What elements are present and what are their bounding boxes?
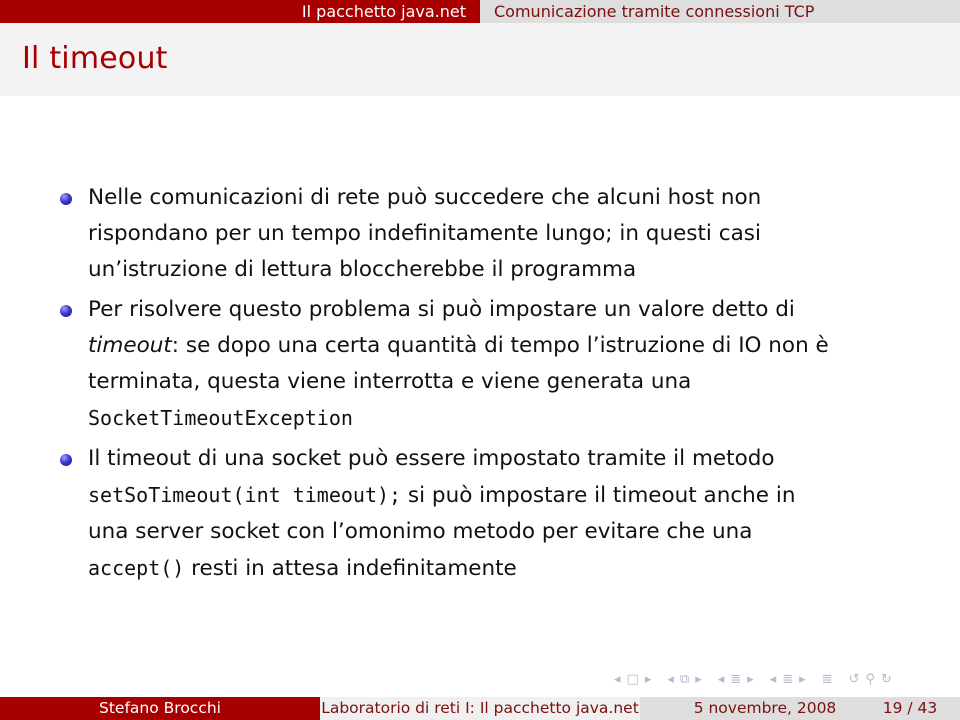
item-text: Nelle comunicazioni di rete può succeder…	[88, 185, 762, 210]
footer-author: Stefano Brocchi	[0, 697, 320, 720]
nav-prev-subsection-icon[interactable]: ◂	[718, 672, 725, 687]
footer-date: 5 novembre, 2008	[693, 699, 837, 717]
nav-next-subsection-icon[interactable]: ▸	[747, 672, 754, 687]
bullet-icon	[60, 193, 72, 205]
item-text: una server socket con l’omonimo metodo p…	[88, 519, 753, 544]
item-text: Il timeout di una socket può essere impo…	[88, 446, 775, 471]
nav-forward-icon[interactable]: ↻	[881, 672, 892, 687]
item-text: terminata, questa viene interrotta e vie…	[88, 369, 692, 394]
list-item: Nelle comunicazioni di rete può succeder…	[56, 180, 936, 288]
code-method: setSoTimeout(int timeout);	[88, 483, 402, 507]
nav-next-frame-icon[interactable]: ▸	[645, 672, 652, 687]
slide-content: Nelle comunicazioni di rete può succeder…	[56, 180, 936, 591]
nav-subsection-icon[interactable]: ≣	[730, 672, 741, 687]
nav-back-icon[interactable]: ↺	[849, 672, 860, 687]
headline: Il pacchetto java.net Comunicazione tram…	[0, 0, 960, 23]
nav-next-section-icon[interactable]: ▸	[799, 672, 806, 687]
list-item: Per risolvere questo problema si può imp…	[56, 292, 936, 437]
item-text: resti in attesa indefinitamente	[184, 556, 517, 581]
footer-title: Laboratorio di reti I: Il pacchetto java…	[320, 697, 640, 720]
footer-page-number: 19 / 43	[882, 699, 938, 717]
emphasis-term: timeout	[88, 333, 172, 358]
headline-section[interactable]: Il pacchetto java.net	[0, 0, 480, 23]
nav-frame-icon[interactable]: □	[627, 672, 639, 687]
beamer-navigation: ◂ □ ▸ ◂ ⧉ ▸ ◂ ≣ ▸ ◂ ≣ ▸ ≣ ↺ ⚲ ↻	[614, 668, 954, 690]
footline: Stefano Brocchi Laboratorio di reti I: I…	[0, 697, 960, 720]
item-text: : se dopo una certa quantità di tempo l’…	[171, 333, 829, 358]
item-text: rispondano per un tempo indefinitamente …	[88, 221, 761, 246]
nav-next-slide-icon[interactable]: ▸	[695, 672, 702, 687]
headline-subsection[interactable]: Comunicazione tramite connessioni TCP	[480, 0, 960, 23]
bullet-icon	[60, 305, 72, 317]
nav-section-icon[interactable]: ≣	[782, 672, 793, 687]
frame-title-bar: Il timeout	[0, 23, 960, 96]
item-text: si può impostare il timeout anche in	[401, 483, 796, 508]
bullet-icon	[60, 454, 72, 466]
frame-title: Il timeout	[22, 41, 168, 76]
list-item: Il timeout di una socket può essere impo…	[56, 441, 936, 587]
code-class-name: SocketTimeoutException	[88, 406, 353, 430]
nav-search-icon[interactable]: ⚲	[865, 672, 875, 687]
nav-prev-slide-icon[interactable]: ◂	[667, 672, 674, 687]
footer-meta: 5 novembre, 2008 19 / 43	[640, 697, 960, 720]
code-method: accept()	[88, 556, 185, 580]
item-text: Per risolvere questo problema si può imp…	[88, 297, 795, 322]
nav-prev-section-icon[interactable]: ◂	[770, 672, 777, 687]
nav-document-icon[interactable]: ≣	[822, 672, 833, 687]
item-text: un’istruzione di lettura bloccherebbe il…	[88, 257, 637, 282]
nav-prev-frame-icon[interactable]: ◂	[614, 672, 621, 687]
nav-slide-icon[interactable]: ⧉	[680, 672, 689, 687]
